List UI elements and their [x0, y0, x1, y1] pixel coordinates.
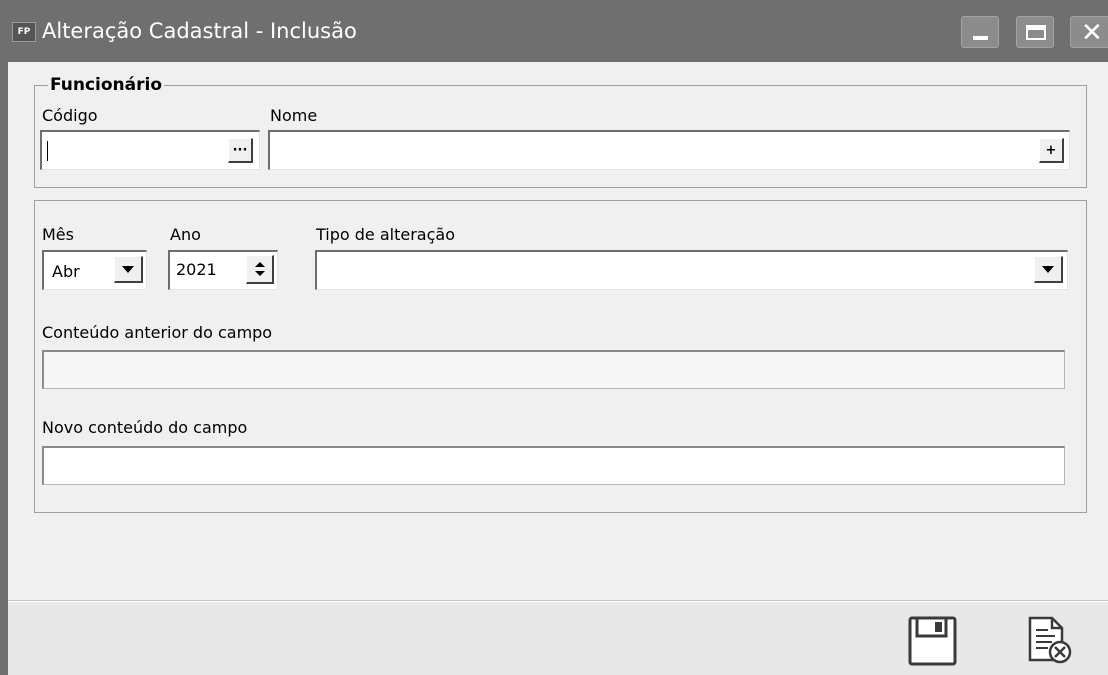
save-button[interactable] — [906, 614, 960, 668]
spin-up-icon[interactable] — [254, 262, 265, 267]
window-title: Alteração Cadastral - Inclusão — [42, 19, 357, 43]
conteudo-anterior-label: Conteúdo anterior do campo — [42, 323, 273, 342]
cancel-button[interactable] — [1022, 614, 1076, 668]
text-caret — [47, 141, 48, 161]
maximize-icon — [1026, 25, 1046, 40]
ellipsis-icon: ··· — [232, 142, 248, 158]
floppy-disk-icon — [908, 616, 957, 666]
codigo-lookup-button[interactable]: ··· — [228, 138, 253, 163]
nome-label: Nome — [270, 106, 318, 125]
maximize-button[interactable] — [1016, 16, 1054, 48]
tipo-alteracao-dropdown-button[interactable] — [1034, 256, 1063, 283]
close-icon: ✕ — [1081, 18, 1103, 48]
plus-icon: + — [1045, 142, 1057, 158]
codigo-field[interactable] — [40, 130, 260, 170]
ano-value: 2021 — [176, 260, 217, 279]
app-icon: FP — [12, 22, 36, 42]
codigo-label: Código — [42, 106, 98, 125]
cancel-document-icon — [1028, 616, 1072, 664]
novo-conteudo-label: Novo conteúdo do campo — [42, 418, 248, 437]
novo-conteudo-field[interactable] — [42, 446, 1065, 485]
close-button[interactable]: ✕ — [1070, 16, 1108, 48]
spin-down-icon[interactable] — [254, 271, 265, 276]
ano-label: Ano — [170, 225, 201, 244]
alteracao-cadastral-window: FP Alteração Cadastral - Inclusão ✕ Func… — [0, 0, 1108, 675]
toolbar-highlight — [8, 601, 1108, 602]
funcionario-legend: Funcionário — [48, 74, 165, 96]
mes-label: Mês — [42, 225, 74, 244]
mes-value: Abr — [52, 262, 80, 281]
tipo-alteracao-select[interactable] — [315, 250, 1068, 290]
chevron-down-icon — [1042, 265, 1054, 273]
tipo-alteracao-label: Tipo de alteração — [316, 225, 455, 244]
minimize-button[interactable] — [961, 16, 999, 48]
minimize-icon — [973, 36, 988, 40]
nome-field[interactable] — [268, 130, 1070, 170]
mes-dropdown-button[interactable] — [114, 256, 143, 283]
nome-add-button[interactable]: + — [1039, 138, 1064, 163]
ano-spin-buttons[interactable] — [246, 255, 274, 284]
conteudo-anterior-field[interactable] — [42, 350, 1065, 389]
window-frame-left — [0, 62, 8, 675]
title-bar[interactable]: FP Alteração Cadastral - Inclusão ✕ — [0, 0, 1108, 62]
chevron-down-icon — [122, 265, 134, 273]
